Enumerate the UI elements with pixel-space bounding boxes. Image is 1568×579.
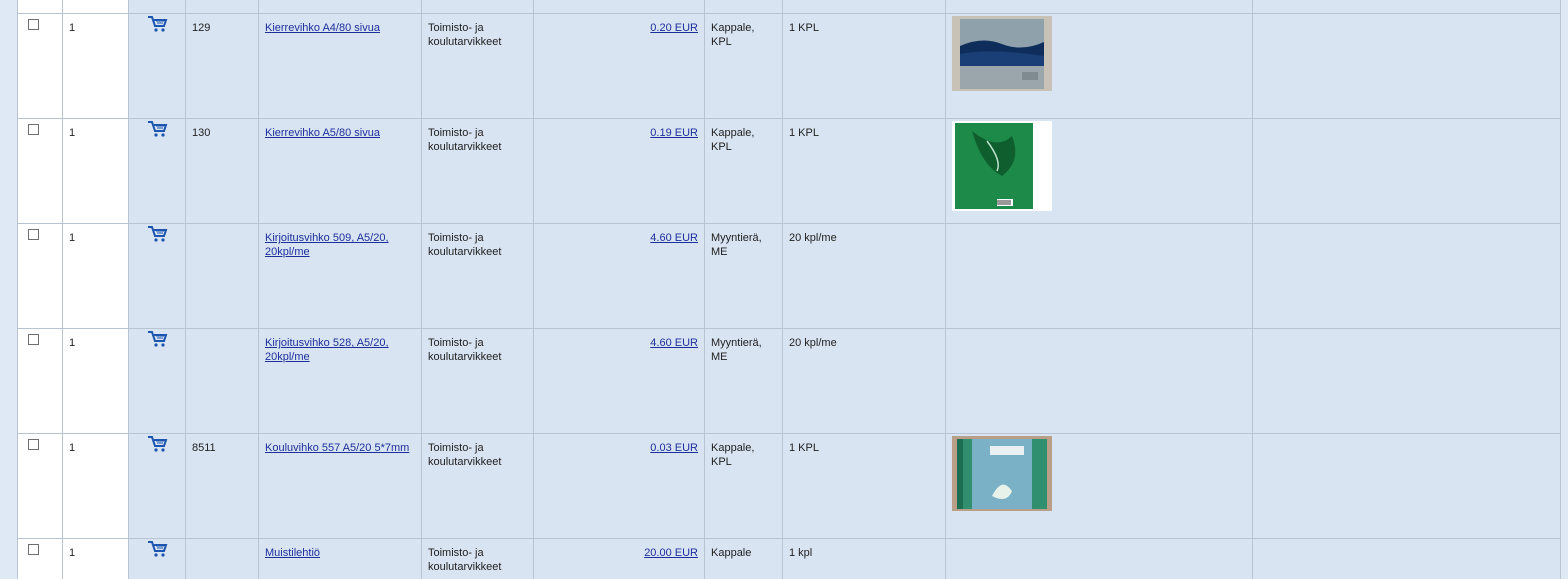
- add-to-cart-button[interactable]: [129, 14, 186, 118]
- shopping-cart-icon: [148, 121, 168, 137]
- product-image-cell: [946, 119, 1253, 223]
- product-code: [186, 224, 259, 328]
- product-table: 1 129 Kierrevihko A4/80 sivua Toimisto- …: [17, 0, 1561, 579]
- quantity-cell[interactable]: 1: [63, 119, 129, 223]
- shopping-cart-icon: [148, 331, 168, 347]
- product-package: 1 KPL: [783, 14, 946, 118]
- quantity-cell[interactable]: 1: [63, 14, 129, 118]
- product-package: 1 KPL: [783, 434, 946, 538]
- table-row: 1 Kirjoitusvihko 509, A5/20, 20kpl/me To…: [18, 223, 1561, 328]
- product-image-cell: [946, 539, 1253, 579]
- table-header-strip: [18, 0, 1561, 13]
- product-name-link[interactable]: Muistilehtiö: [265, 547, 320, 559]
- product-name-link[interactable]: Kierrevihko A5/80 sivua: [265, 127, 380, 139]
- row-checkbox[interactable]: [28, 229, 39, 240]
- row-checkbox[interactable]: [28, 439, 39, 450]
- product-price-link[interactable]: 20.00 EUR: [644, 547, 698, 559]
- shopping-cart-icon: [148, 541, 168, 557]
- product-package: 20 kpl/me: [783, 329, 946, 433]
- product-category: Toimisto- ja koulutarvikkeet: [422, 539, 534, 579]
- table-row: 1 Muistilehtiö Toimisto- ja koulutarvikk…: [18, 538, 1561, 579]
- product-image-cell: [946, 224, 1253, 328]
- table-row: 1 8511 Kouluvihko 557 A5/20 5*7mm Toimis…: [18, 433, 1561, 538]
- product-price-link[interactable]: 4.60 EUR: [650, 232, 698, 244]
- product-code: [186, 329, 259, 433]
- product-price-link[interactable]: 0.03 EUR: [650, 442, 698, 454]
- add-to-cart-button[interactable]: [129, 224, 186, 328]
- row-select: [18, 539, 63, 579]
- product-category: Toimisto- ja koulutarvikkeet: [422, 119, 534, 223]
- product-image-green-notebook[interactable]: [952, 121, 1052, 211]
- extra-cell: [1253, 539, 1561, 579]
- product-name-link[interactable]: Kirjoitusvihko 528, A5/20, 20kpl/me: [265, 337, 389, 363]
- row-checkbox[interactable]: [28, 124, 39, 135]
- shopping-cart-icon: [148, 436, 168, 452]
- product-unit: Kappale, KPL: [705, 434, 783, 538]
- product-name-link[interactable]: Kierrevihko A4/80 sivua: [265, 22, 380, 34]
- product-image-cell: [946, 329, 1253, 433]
- add-to-cart-button[interactable]: [129, 434, 186, 538]
- product-code: [186, 539, 259, 579]
- quantity-cell[interactable]: 1: [63, 434, 129, 538]
- product-package: 1 KPL: [783, 119, 946, 223]
- quantity-cell[interactable]: 1: [63, 539, 129, 579]
- product-unit: Myyntierä, ME: [705, 224, 783, 328]
- product-package: 20 kpl/me: [783, 224, 946, 328]
- row-select: [18, 329, 63, 433]
- product-unit: Myyntierä, ME: [705, 329, 783, 433]
- table-row: 1 129 Kierrevihko A4/80 sivua Toimisto- …: [18, 13, 1561, 118]
- product-package: 1 kpl: [783, 539, 946, 579]
- product-code: 8511: [186, 434, 259, 538]
- row-select: [18, 224, 63, 328]
- add-to-cart-button[interactable]: [129, 119, 186, 223]
- product-category: Toimisto- ja koulutarvikkeet: [422, 434, 534, 538]
- extra-cell: [1253, 329, 1561, 433]
- quantity-cell[interactable]: 1: [63, 329, 129, 433]
- product-category: Toimisto- ja koulutarvikkeet: [422, 329, 534, 433]
- product-code: 130: [186, 119, 259, 223]
- quantity-cell[interactable]: 1: [63, 224, 129, 328]
- extra-cell: [1253, 14, 1561, 118]
- row-select: [18, 119, 63, 223]
- add-to-cart-button[interactable]: [129, 329, 186, 433]
- shopping-cart-icon: [148, 16, 168, 32]
- product-image-cell: [946, 14, 1253, 118]
- product-image-school-notebook[interactable]: [952, 436, 1052, 511]
- product-name-link[interactable]: Kirjoitusvihko 509, A5/20, 20kpl/me: [265, 232, 389, 258]
- extra-cell: [1253, 224, 1561, 328]
- product-image-blue-notebook[interactable]: [952, 16, 1052, 91]
- extra-cell: [1253, 119, 1561, 223]
- product-unit: Kappale: [705, 539, 783, 579]
- extra-cell: [1253, 434, 1561, 538]
- table-row: 1 130 Kierrevihko A5/80 sivua Toimisto- …: [18, 118, 1561, 223]
- add-to-cart-button[interactable]: [129, 539, 186, 579]
- row-select: [18, 434, 63, 538]
- product-price-link[interactable]: 0.19 EUR: [650, 127, 698, 139]
- product-price-link[interactable]: 4.60 EUR: [650, 337, 698, 349]
- product-unit: Kappale, KPL: [705, 119, 783, 223]
- product-code: 129: [186, 14, 259, 118]
- product-image-cell: [946, 434, 1253, 538]
- product-name-link[interactable]: Kouluvihko 557 A5/20 5*7mm: [265, 442, 409, 454]
- product-price-link[interactable]: 0.20 EUR: [650, 22, 698, 34]
- table-row: 1 Kirjoitusvihko 528, A5/20, 20kpl/me To…: [18, 328, 1561, 433]
- row-checkbox[interactable]: [28, 334, 39, 345]
- row-select: [18, 14, 63, 118]
- product-category: Toimisto- ja koulutarvikkeet: [422, 14, 534, 118]
- shopping-cart-icon: [148, 226, 168, 242]
- product-category: Toimisto- ja koulutarvikkeet: [422, 224, 534, 328]
- row-checkbox[interactable]: [28, 19, 39, 30]
- product-unit: Kappale, KPL: [705, 14, 783, 118]
